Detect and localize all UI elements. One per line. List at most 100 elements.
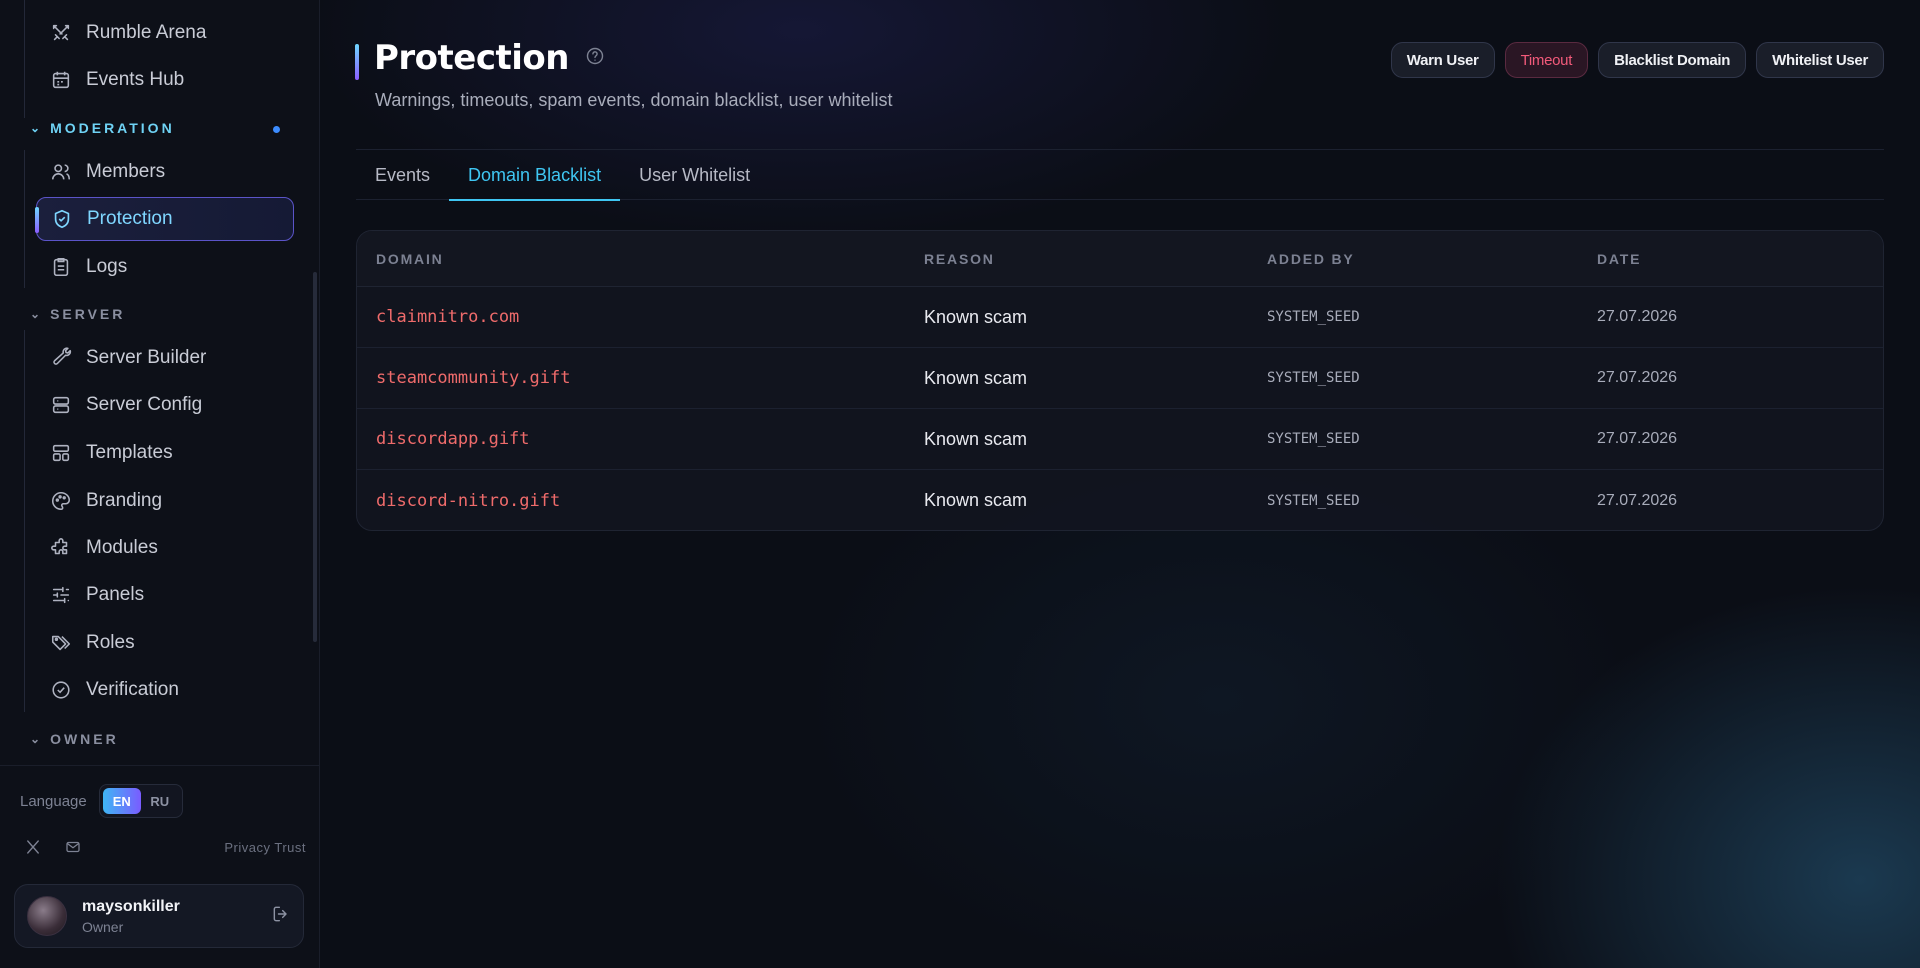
sidebar-item-label: Rumble Arena [86,22,207,43]
sidebar-item-label: Events Hub [86,69,185,90]
sidebar-item-label: Panels [86,584,145,605]
section-server[interactable]: ⌄ SERVER [30,306,125,322]
table-header: DOMAIN REASON ADDED BY DATE [357,231,1883,287]
sidebar-footer: Language EN RU Privacy Trust maysonkille… [0,765,320,968]
legal-links[interactable]: Privacy Trust [224,840,306,855]
sidebar-item-modules[interactable]: Modules [36,526,294,570]
sidebar-item-label: Branding [86,490,163,511]
nav-guide-line [24,0,25,118]
sidebar-item-panels[interactable]: Panels [36,573,294,617]
user-name: maysonkiller [82,897,180,915]
page-title: Protection [374,38,569,78]
section-moderation[interactable]: ⌄ MODERATION [30,120,175,136]
column-header-date[interactable]: DATE [1597,251,1883,267]
sliders-icon [52,586,70,604]
sidebar-item-verification[interactable]: Verification [36,668,294,712]
domain-cell: discordapp.gift [376,429,530,449]
tab-user-whitelist[interactable]: User Whitelist [620,151,769,200]
table-row[interactable]: claimnitro.com Known scam SYSTEM_SEED 27… [357,287,1883,348]
sidebar-item-label: Server Builder [86,347,207,368]
x-icon[interactable] [24,838,42,856]
clipboard-icon [53,257,69,277]
status-dot [273,126,280,133]
reason-cell: Known scam [924,367,1028,388]
users-icon [51,164,71,180]
sidebar-item-events-hub[interactable]: Events Hub [36,58,294,102]
reason-cell: Known scam [924,490,1028,510]
sidebar-item-server-config[interactable]: Server Config [36,383,294,427]
sidebar-item-roles[interactable]: Roles [36,621,294,665]
action-buttons: Warn User Timeout Blacklist Domain White… [1390,42,1884,78]
column-header-reason[interactable]: REASON [924,251,1267,267]
domain-cell: steamcommunity.gift [376,368,571,388]
added-by-cell: SYSTEM_SEED [1267,492,1360,509]
sidebar-item-logs[interactable]: Logs [36,245,294,289]
page-subtitle: Warnings, timeouts, spam events, domain … [375,90,893,110]
header-divider [356,149,1884,150]
wrench-icon [53,347,72,365]
section-owner[interactable]: ⌄ OWNER [30,731,119,747]
sidebar-item-label: Templates [86,442,173,463]
sidebar-item-label: Server Config [86,394,203,415]
shield-icon [54,209,70,229]
sidebar-item-protection[interactable]: Protection [35,197,294,241]
column-header-domain[interactable]: DOMAIN [357,251,924,267]
language-option-en[interactable]: EN [102,788,141,814]
domain-blacklist-table: DOMAIN REASON ADDED BY DATE claimnitro.c… [356,230,1884,531]
added-by-cell: SYSTEM_SEED [1267,370,1360,386]
mail-icon[interactable] [64,838,82,856]
help-icon[interactable] [585,46,605,71]
table-row[interactable]: discord-nitro.gift Known scam SYSTEM_SEE… [357,470,1883,530]
sidebar-item-label: Protection [87,208,173,229]
sidebar-item-server-builder[interactable]: Server Builder [36,336,294,380]
puzzle-icon [51,538,68,555]
calendar-icon [52,71,70,89]
sidebar-item-label: Modules [86,537,158,558]
tab-domain-blacklist[interactable]: Domain Blacklist [449,151,621,201]
sidebar-item-label: Members [86,161,166,182]
section-label: OWNER [50,731,119,747]
chevron-down-icon: ⌄ [30,307,41,321]
whitelist-user-button[interactable]: Whitelist User [1756,42,1884,78]
page-header: Protection [374,38,605,78]
main-content: Protection Warnings, timeouts, spam even… [320,0,1920,968]
reason-cell: Known scam [924,306,1028,327]
date-cell: 27.07.2026 [1597,430,1678,447]
chevron-down-icon: ⌄ [30,732,41,746]
added-by-cell: SYSTEM_SEED [1267,431,1360,447]
table-row[interactable]: steamcommunity.gift Known scam SYSTEM_SE… [357,348,1883,409]
domain-cell: discord-nitro.gift [376,490,561,511]
blacklist-domain-button[interactable]: Blacklist Domain [1598,42,1747,78]
language-toggle: EN RU [98,784,183,818]
sidebar-item-label: Roles [86,632,135,653]
logout-icon[interactable] [271,904,291,929]
language-option-ru[interactable]: RU [141,788,179,814]
user-card[interactable]: maysonkiller Owner [14,884,304,948]
sidebar-item-label: Logs [86,256,128,277]
sidebar-item-rumble-arena[interactable]: Rumble Arena [36,11,294,55]
language-switcher: Language EN RU [20,784,183,818]
sidebar-item-branding[interactable]: Branding [36,479,294,523]
sidebar-scrollbar[interactable] [313,272,317,642]
sidebar: Rumble Arena Events Hub ⌄ MODERATION Mem… [0,0,320,968]
warn-user-button[interactable]: Warn User [1390,42,1495,78]
chevron-down-icon: ⌄ [30,121,41,135]
user-role: Owner [82,918,124,935]
palette-icon [52,491,71,511]
section-label: SERVER [50,306,126,322]
table-row[interactable]: discordapp.gift Known scam SYSTEM_SEED 2… [357,409,1883,470]
sidebar-item-members[interactable]: Members [36,150,294,194]
avatar [27,896,67,936]
tab-events[interactable]: Events [356,151,449,200]
title-accent-bar [355,44,359,80]
timeout-button[interactable]: Timeout [1504,42,1589,78]
sidebar-item-label: Verification [86,679,179,700]
tab-bar: Events Domain Blacklist User Whitelist [356,151,1884,201]
nav-guide-line [24,330,25,712]
date-cell: 27.07.2026 [1597,491,1678,509]
user-info: maysonkiller Owner [82,898,271,935]
column-header-added-by[interactable]: ADDED BY [1267,251,1597,267]
sidebar-item-templates[interactable]: Templates [36,431,294,475]
swords-icon [52,24,70,41]
reason-cell: Known scam [924,428,1028,449]
